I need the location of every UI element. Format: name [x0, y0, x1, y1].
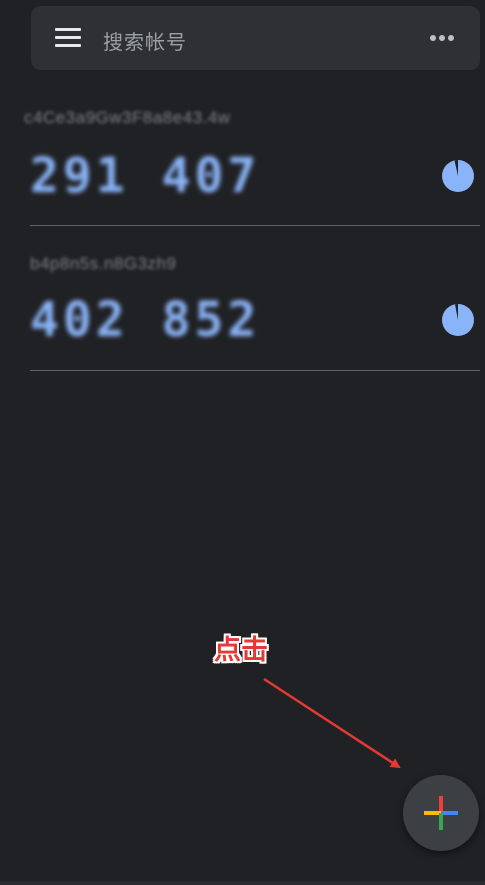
account-item[interactable]: c4Ce3a9Gw3F8a8e43.4w 291 407 — [24, 100, 480, 226]
otp-code[interactable]: 291 407 — [30, 148, 260, 204]
search-bar[interactable]: 搜索帐号 — [31, 6, 480, 70]
account-item[interactable]: b4p8n5s.n8G3zh9 402 852 — [30, 240, 480, 371]
more-options-icon[interactable] — [430, 35, 454, 41]
otp-code[interactable]: 402 852 — [30, 292, 260, 348]
annotation-label: 点击 — [214, 635, 268, 666]
account-name: b4p8n5s.n8G3zh9 — [30, 254, 177, 273]
countdown-timer-icon — [442, 304, 474, 336]
hamburger-menu-icon[interactable] — [55, 28, 81, 48]
divider — [30, 225, 480, 226]
add-account-button[interactable] — [403, 775, 479, 851]
countdown-timer-icon — [442, 160, 474, 192]
add-icon — [424, 796, 458, 830]
search-input[interactable]: 搜索帐号 — [103, 26, 187, 55]
divider — [30, 370, 480, 371]
account-name: c4Ce3a9Gw3F8a8e43.4w — [24, 108, 231, 127]
authenticator-screen: 搜索帐号 c4Ce3a9Gw3F8a8e43.4w 291 407 b4p8n5… — [0, 0, 485, 885]
nav-bar-edge — [0, 881, 485, 885]
